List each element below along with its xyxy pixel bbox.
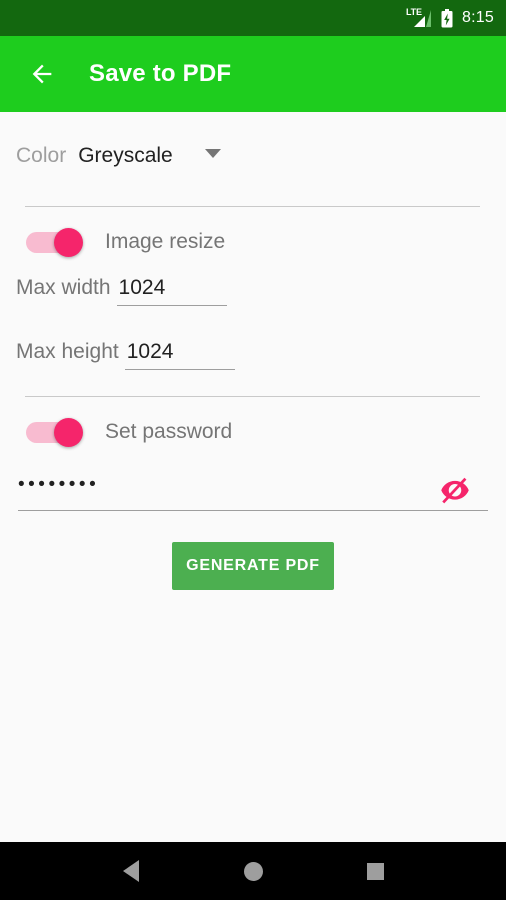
square-recents-icon	[366, 862, 384, 880]
chevron-down-icon[interactable]	[204, 149, 221, 158]
battery-glyph	[441, 8, 453, 27]
image-resize-toggle[interactable]	[26, 228, 88, 257]
status-bar: LTE 8:15	[0, 0, 506, 36]
toggle-thumb	[54, 418, 83, 447]
divider-bottom	[25, 396, 480, 397]
circle-home-icon	[243, 861, 263, 881]
status-bar-clock: 8:15	[462, 9, 494, 26]
color-setting-row[interactable]: Color Greyscale	[16, 144, 221, 168]
phone-screen: LTE 8:15 Save to PDF Color Greyscale Ima…	[0, 0, 506, 900]
max-height-row: Max height	[16, 340, 235, 370]
triangle-back-icon	[123, 860, 139, 882]
password-underline	[18, 510, 488, 511]
arrow-back-icon	[32, 64, 52, 84]
max-height-label: Max height	[16, 340, 119, 363]
app-bar: Save to PDF	[0, 36, 506, 112]
color-selected-value[interactable]: Greyscale	[78, 144, 173, 168]
android-navigation-bar	[0, 842, 506, 900]
network-type-label: LTE	[406, 7, 422, 17]
set-password-label: Set password	[105, 420, 233, 443]
page-title: Save to PDF	[89, 60, 232, 87]
set-password-row[interactable]: Set password	[0, 418, 233, 447]
battery-charging-icon	[441, 8, 453, 28]
color-label: Color	[16, 144, 67, 167]
status-bar-right-group: LTE 8:15	[406, 7, 494, 28]
signal-icon: LTE	[406, 7, 432, 28]
set-password-toggle[interactable]	[26, 418, 88, 447]
max-width-input[interactable]	[116, 276, 227, 306]
max-width-label: Max width	[16, 276, 111, 299]
eye-off-icon[interactable]	[438, 474, 478, 506]
generate-pdf-button[interactable]: GENERATE PDF	[172, 542, 334, 590]
image-resize-label: Image resize	[105, 230, 226, 253]
password-input[interactable]	[18, 474, 438, 506]
eye-off-glyph	[441, 477, 469, 504]
settings-form: Color Greyscale Image resize Max width M…	[0, 112, 506, 842]
max-width-row: Max width	[16, 276, 227, 306]
nav-home-button[interactable]	[230, 848, 276, 894]
back-button[interactable]	[14, 46, 70, 102]
image-resize-row[interactable]: Image resize	[0, 228, 226, 257]
nav-recents-button[interactable]	[352, 848, 398, 894]
nav-back-button[interactable]	[108, 848, 154, 894]
divider-top	[25, 206, 480, 207]
max-height-input[interactable]	[124, 340, 235, 370]
toggle-thumb	[54, 228, 83, 257]
password-field-row	[18, 474, 488, 522]
